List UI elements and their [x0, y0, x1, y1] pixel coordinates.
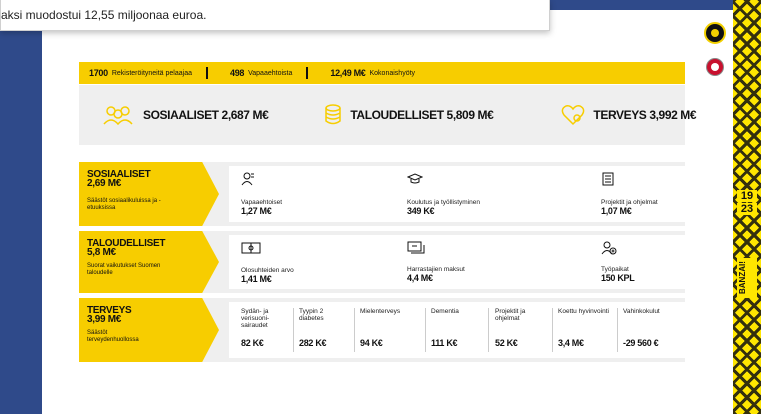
cell-value: 349 K€	[407, 206, 435, 216]
cell-fees: Harrastajien maksut 4,4 M€	[407, 241, 465, 283]
row-health-panel: Sydän- ja verisuoni-sairaudet 82 K€ Tyyp…	[229, 302, 685, 358]
heart-icon	[562, 105, 585, 126]
row-economic-panel: Olosuhteiden arvo 1,41 M€ Harrastajien m…	[229, 235, 685, 289]
cell-divider	[354, 308, 355, 352]
summary-health: TERVEYS 3,992 M€	[561, 104, 697, 126]
cell-label: Vapaaehtoiset	[241, 199, 283, 206]
row-health-title-value: 3,99 M€	[87, 314, 122, 325]
cell-jobs: Työpaikat 150 KPL	[601, 241, 635, 283]
cell-value: 4,4 M€	[407, 273, 433, 283]
cell-label: Projektit ja ohjelmat	[601, 199, 658, 206]
cell-education: Koulutus ja työllistyminen 349 K€	[406, 172, 480, 216]
cell-wellbeing: Koettu hyvinvointi 3,4 M€	[558, 308, 612, 348]
people-icon	[241, 172, 254, 186]
add-person-icon	[601, 241, 617, 255]
field-icon	[241, 242, 261, 254]
banner-label-total: Kokonaishyöty	[369, 69, 416, 77]
cell-label: Olosuhteiden arvo	[241, 267, 294, 274]
people-group-icon	[103, 106, 133, 126]
row-social-header: SOSIAALISET 2,69 M€ Säästöt sosiaalikulu…	[79, 162, 219, 226]
summary-health-text: TERVEYS 3,992 M€	[593, 108, 697, 122]
cell-label: Tyypin 2 diabetes	[299, 308, 324, 322]
strip-year-bottom: 23	[737, 203, 757, 215]
row-social-title: SOSIAALISET 2,69 M€	[87, 170, 177, 189]
text-popup: aksi muodostui 12,55 miljoonaa euroa.	[0, 0, 550, 31]
cell-dementia: Dementia 111 K€	[431, 308, 481, 348]
summary-social-text: SOSIAALISET 2,687 M€	[143, 108, 269, 122]
summary-economic-text: TALOUDELLISET 5,809 M€	[350, 108, 494, 122]
banner-label-volunteers: Vapaaehtoista	[248, 69, 293, 77]
banner-divider	[206, 67, 208, 79]
row-health-subtitle: Säästöt terveydenhuollossa	[87, 330, 139, 343]
banner-num-volunteers: 498	[230, 68, 245, 78]
cell-label: Koulutus ja työllistyminen	[407, 199, 480, 206]
banner-num-total: 12,49 M€	[330, 68, 366, 78]
row-economic-title-value: 5,8 M€	[87, 247, 116, 258]
payment-icon	[407, 241, 425, 254]
row-economic-title: TALOUDELLISET 5,8 M€	[87, 239, 177, 258]
cell-value: -29 560 €	[623, 338, 659, 348]
cell-divider	[425, 308, 426, 352]
cell-divider	[293, 308, 294, 352]
cell-value: 1,07 M€	[601, 206, 632, 216]
row-health: TERVEYS 3,99 M€ Säästöt terveydenhuollos…	[79, 298, 685, 362]
cell-value: 282 K€	[299, 338, 327, 348]
document-icon	[602, 172, 614, 186]
cell-value: 1,27 M€	[241, 206, 272, 216]
strip-year-top: 19	[737, 190, 757, 202]
cell-value: 3,4 M€	[558, 338, 584, 348]
row-social-subtitle: Säästöt sosiaalikuluissa ja -etuuksissa	[87, 198, 161, 211]
cell-value: 150 KPL	[601, 273, 635, 283]
cell-label: Dementia	[431, 308, 459, 315]
row-social: SOSIAALISET 2,69 M€ Säästöt sosiaalikulu…	[79, 162, 685, 226]
banner-num-players: 1700	[89, 68, 108, 78]
cell-damages: Vahinkokulut -29 560 €	[623, 308, 681, 348]
cell-divider	[488, 308, 489, 352]
cell-value: 82 K€	[241, 338, 264, 348]
cell-value: 111 K€	[431, 338, 458, 348]
club-logo-icon[interactable]	[704, 22, 726, 44]
cell-value: 1,41 M€	[241, 274, 272, 284]
summary-social: SOSIAALISET 2,687 M€	[101, 104, 269, 126]
summary-panel: SOSIAALISET 2,687 M€ TALOUDELLISET 5,809…	[79, 85, 697, 145]
summary-economic: TALOUDELLISET 5,809 M€	[324, 104, 494, 126]
decorative-strip: 19 23 BANZAI!	[733, 0, 761, 414]
cell-projects: Projektit ja ohjelmat 1,07 M€	[601, 172, 658, 216]
left-background	[0, 0, 42, 414]
cell-diabetes: Tyypin 2 diabetes 282 K€	[299, 308, 347, 348]
cell-label: Koettu hyvinvointi	[558, 308, 609, 315]
popup-text: aksi muodostui 12,55 miljoonaa euroa.	[1, 8, 207, 22]
cell-cardio: Sydän- ja verisuoni-sairaudet 82 K€	[241, 308, 291, 348]
row-economic-subtitle: Suorat vaikutukset Suomen taloudelle	[87, 263, 161, 276]
cell-facilities: Olosuhteiden arvo 1,41 M€	[241, 241, 294, 284]
cell-value: 94 K€	[360, 338, 383, 348]
coins-icon	[325, 104, 342, 125]
banner-label-players: Rekisteröityneitä pelaajaa	[111, 69, 192, 77]
row-economic: TALOUDELLISET 5,8 M€ Suorat vaikutukset …	[79, 231, 685, 293]
cell-label: Harrastajien maksut	[407, 266, 465, 273]
cell-label: Työpaikat	[601, 266, 629, 273]
association-logo-icon[interactable]	[706, 58, 724, 76]
row-economic-header: TALOUDELLISET 5,8 M€ Suorat vaikutukset …	[79, 231, 219, 293]
cell-mental-health: Mielenterveys 94 K€	[360, 308, 418, 348]
cell-divider	[617, 308, 618, 352]
cell-health-projects: Projektit ja ohjelmat 52 K€	[495, 308, 545, 348]
row-health-header: TERVEYS 3,99 M€ Säästöt terveydenhuollos…	[79, 298, 219, 362]
cell-divider	[552, 308, 553, 352]
strip-word: BANZAI!	[737, 258, 757, 298]
cell-value: 52 K€	[495, 338, 518, 348]
stats-banner: 1700 Rekisteröityneitä pelaajaa 498 Vapa…	[79, 62, 685, 84]
row-social-title-value: 2,69 M€	[87, 178, 122, 189]
cell-label: Sydän- ja verisuoni-sairaudet	[241, 308, 270, 329]
cell-label: Vahinkokulut	[623, 308, 660, 315]
cell-label: Projektit ja ohjelmat	[495, 308, 526, 322]
banner-divider	[306, 67, 309, 79]
row-social-panel: Vapaaehtoiset 1,27 M€ Koulutus ja työlli…	[229, 166, 685, 222]
cell-volunteers: Vapaaehtoiset 1,27 M€	[241, 172, 282, 216]
cell-label: Mielenterveys	[360, 308, 401, 315]
graduation-cap-icon	[406, 173, 424, 184]
row-health-title: TERVEYS 3,99 M€	[87, 306, 177, 325]
